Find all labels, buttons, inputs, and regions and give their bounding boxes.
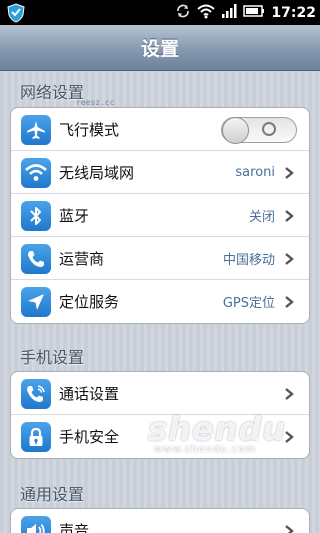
brand-watermark: shendu www.shendu.com: [148, 410, 286, 455]
row-label: 运营商: [59, 249, 105, 268]
row-label: 蓝牙: [59, 206, 90, 225]
row-label: 无线局域网: [59, 163, 135, 182]
page-title: 设置: [140, 38, 179, 60]
toggle-off-indicator: [262, 122, 276, 136]
bluetooth-icon: [21, 201, 51, 231]
settings-row-airplane-mode[interactable]: 飞行模式: [11, 108, 309, 151]
row-label: 飞行模式: [59, 120, 120, 139]
chevron-right-icon: [285, 525, 294, 533]
watermark-text: reesz.cc: [76, 98, 115, 107]
location-icon: [21, 287, 51, 317]
row-label: 手机安全: [59, 428, 120, 446]
row-value: GPS定位: [222, 296, 275, 311]
call-settings-icon: [21, 379, 51, 409]
settings-row-carrier[interactable]: 运营商 中国移动: [11, 237, 309, 280]
wifi-icon: [197, 3, 216, 23]
chevron-right-icon: [285, 388, 294, 400]
shield-icon: [6, 3, 26, 23]
signal-icon: [221, 3, 237, 23]
brand-name: shendu: [148, 410, 286, 448]
settings-row-location[interactable]: 定位服务 GPS定位: [11, 280, 309, 323]
airplane-icon: [21, 115, 51, 145]
settings-row-call-settings[interactable]: 通话设置: [11, 372, 309, 415]
status-bar: 17:22: [0, 0, 320, 25]
chevron-right-icon: [285, 210, 294, 222]
row-value: 中国移动: [222, 252, 275, 268]
network-settings-group: 飞行模式 无线局域网 saroni 蓝牙 关闭 运营商 中国移动 定位服务 GP…: [10, 107, 310, 324]
settings-content[interactable]: 网络设置 reesz.cc 飞行模式 无线局域网 saroni 蓝牙 关闭 运营…: [0, 71, 320, 533]
sync-icon: [175, 3, 191, 23]
battery-icon: [243, 3, 265, 22]
section-header-phone: 手机设置: [20, 348, 85, 367]
status-time: 17:22: [271, 4, 316, 21]
toggle-knob: [222, 117, 249, 144]
chevron-right-icon: [285, 296, 294, 308]
section-header-general: 通用设置: [20, 485, 85, 504]
wifi-icon: [21, 158, 51, 188]
settings-row-wlan[interactable]: 无线局域网 saroni: [11, 151, 309, 194]
airplane-mode-toggle[interactable]: [221, 117, 297, 144]
chevron-right-icon: [285, 167, 294, 179]
lock-icon: [21, 422, 51, 452]
general-settings-group: 声音: [10, 508, 310, 533]
phone-icon: [21, 244, 51, 274]
settings-row-sound[interactable]: 声音: [11, 509, 309, 533]
section-header-network: 网络设置: [20, 83, 85, 102]
row-label: 定位服务: [59, 293, 120, 311]
settings-row-bluetooth[interactable]: 蓝牙 关闭: [11, 194, 309, 237]
row-value: saroni: [235, 164, 275, 180]
speaker-icon: [21, 516, 51, 533]
row-label: 声音: [59, 522, 90, 533]
chevron-right-icon: [285, 253, 294, 265]
row-label: 通话设置: [59, 384, 120, 403]
title-bar: 设置: [0, 25, 320, 71]
row-value: 关闭: [248, 209, 275, 225]
